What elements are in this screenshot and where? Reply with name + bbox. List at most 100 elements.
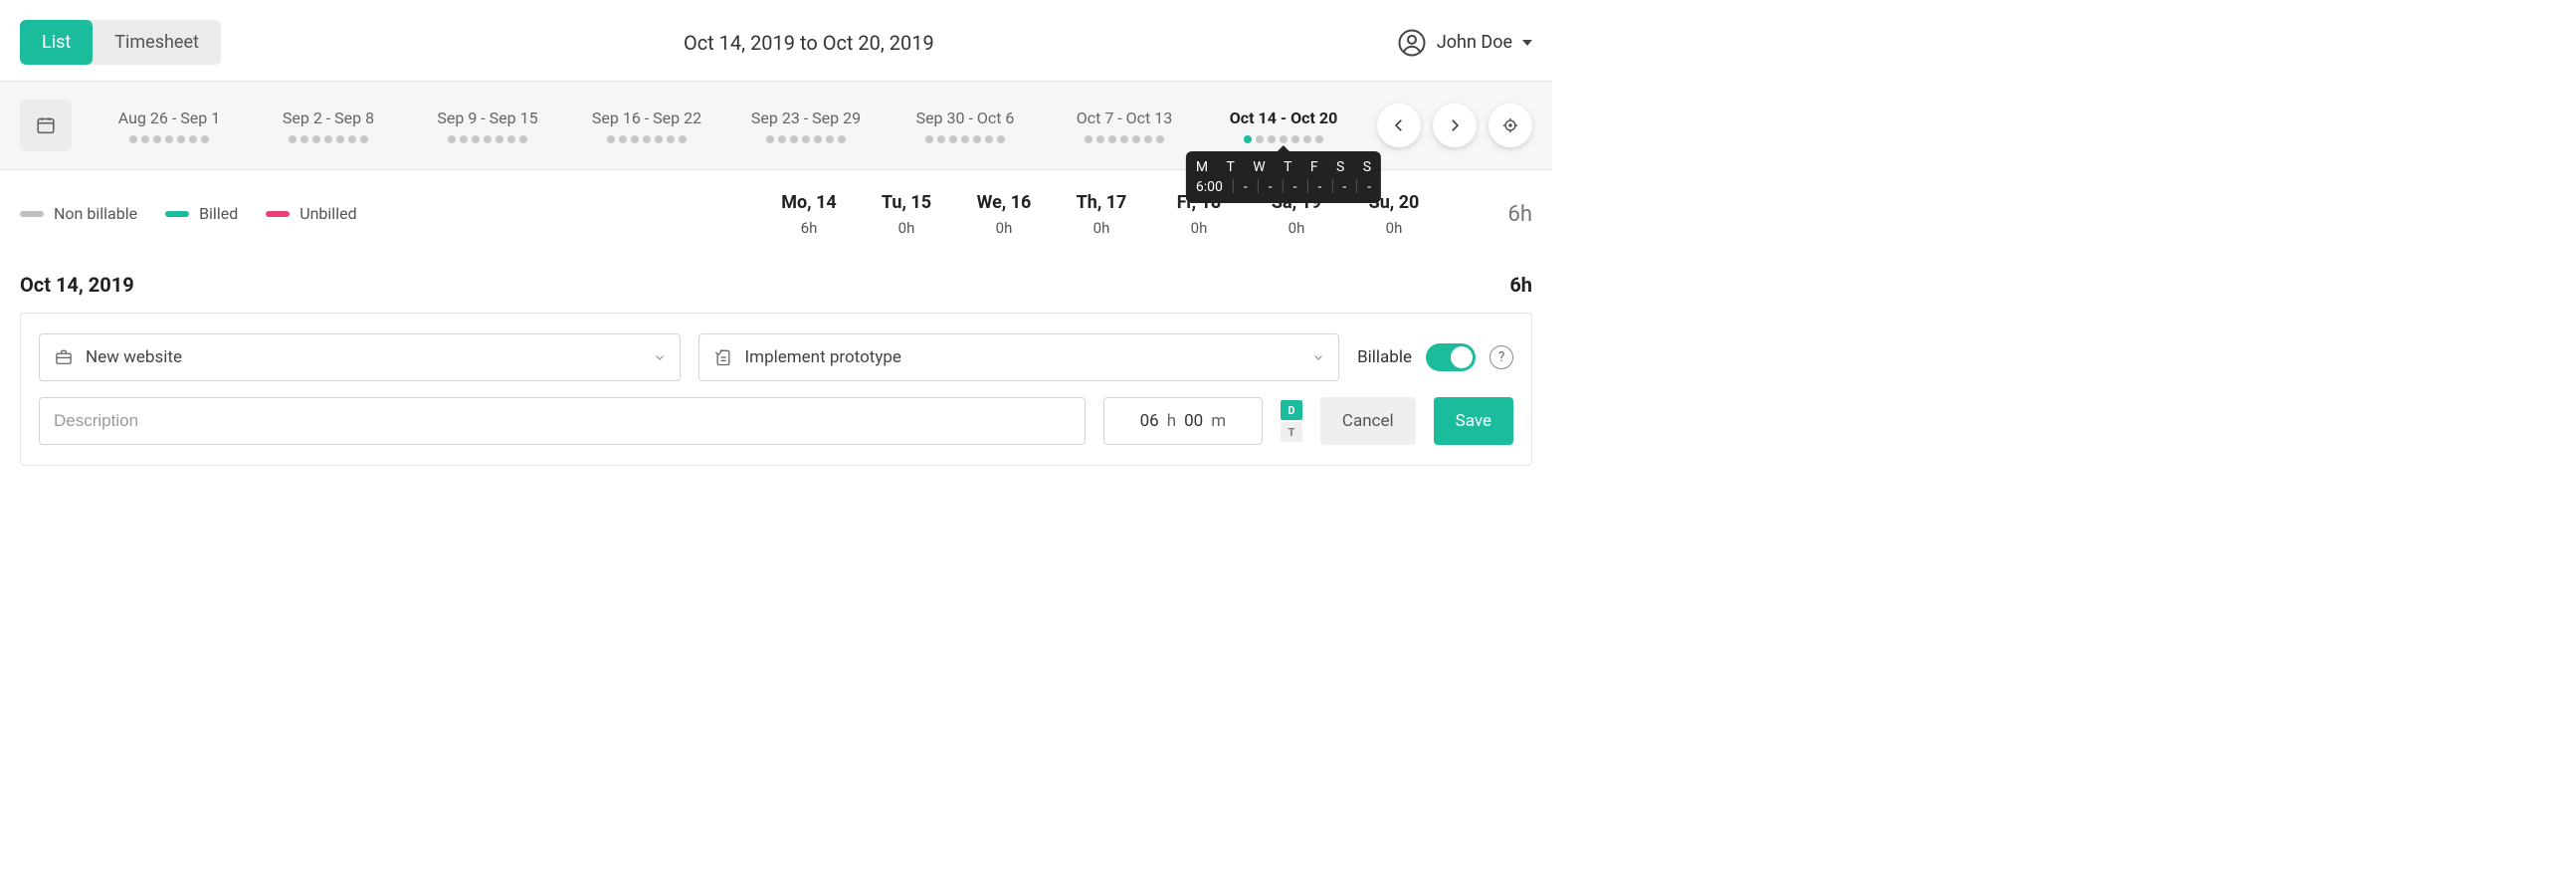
tooltip-day-label: T [1284,159,1291,175]
day-dot [165,135,173,143]
tooltip-day-value: - [1367,179,1371,195]
day-dot [1244,135,1252,143]
next-week-button[interactable] [1433,104,1477,147]
view-timesheet-button[interactable]: Timesheet [93,20,221,65]
tooltip-day-value: - [1342,179,1346,195]
day-dot [1156,135,1164,143]
minutes-unit: m [1211,411,1226,431]
week-day-dots [408,135,567,143]
day-dot [973,135,981,143]
tooltip-day-value: - [1318,179,1322,195]
day-dot [778,135,786,143]
day-dot [643,135,651,143]
chevron-right-icon [1446,116,1464,134]
day-dot [324,135,332,143]
day-dot [802,135,810,143]
day-dot [790,135,798,143]
day-dot [348,135,356,143]
target-icon [1501,116,1519,134]
duration-time-toggle: D T [1281,400,1302,442]
legend-billed-label: Billed [199,204,238,223]
day-dot [336,135,344,143]
checklist-icon [713,347,733,367]
day-dot [619,135,627,143]
day-dot [495,135,503,143]
cancel-button[interactable]: Cancel [1320,397,1416,445]
day-dot [177,135,185,143]
save-button[interactable]: Save [1434,397,1513,445]
day-dot [925,135,933,143]
day-dot [460,135,468,143]
week-slot-4[interactable]: Sep 23 - Sep 29 [726,109,886,143]
week-slot-0[interactable]: Aug 26 - Sep 1 [90,109,249,143]
briefcase-icon [54,347,74,367]
user-name: John Doe [1437,32,1512,53]
day-dot [1132,135,1140,143]
day-dot [519,135,527,143]
day-dot [631,135,639,143]
day-column-0[interactable]: Mo, 146h [760,192,858,237]
day-dot [300,135,308,143]
jump-to-today-button[interactable] [1488,104,1532,147]
week-slot-1[interactable]: Sep 2 - Sep 8 [249,109,408,143]
week-day-dots [726,135,886,143]
legend-unbilled-label: Unbilled [299,204,356,223]
time-mode-button[interactable]: T [1281,422,1302,442]
day-column-3[interactable]: Th, 170h [1053,192,1150,237]
project-select[interactable]: New website [39,333,681,381]
day-column-2[interactable]: We, 160h [955,192,1053,237]
day-dot [985,135,993,143]
day-dot [838,135,846,143]
swatch-non-billable [20,211,44,217]
chevron-down-icon [1312,351,1324,363]
duration-mode-button[interactable]: D [1281,400,1302,420]
week-slot-7[interactable]: Oct 14 - Oct 20MTWTFSS6:00------ [1204,109,1363,143]
week-label: Oct 14 - Oct 20 [1204,109,1363,127]
tooltip-day-label: S [1336,159,1344,175]
tooltip-day-value: - [1293,179,1297,195]
calendar-button[interactable] [20,100,72,151]
hours-unit: h [1167,411,1176,431]
prev-week-button[interactable] [1377,104,1421,147]
day-dot [1096,135,1104,143]
day-dot [949,135,957,143]
swatch-billed [165,211,189,217]
week-label: Oct 7 - Oct 13 [1045,109,1204,127]
project-select-value: New website [86,347,182,367]
day-dot [1120,135,1128,143]
day-dot [201,135,209,143]
day-label: We, 16 [955,192,1053,213]
week-label: Sep 30 - Oct 6 [886,109,1045,127]
duration-input[interactable]: 06 h 00 m [1103,397,1263,445]
week-slot-2[interactable]: Sep 9 - Sep 15 [408,109,567,143]
week-slot-6[interactable]: Oct 7 - Oct 13 [1045,109,1204,143]
user-menu[interactable]: John Doe [1397,28,1532,58]
day-dot [937,135,945,143]
swatch-unbilled [266,211,290,217]
day-dot [826,135,834,143]
day-hours: 0h [1053,219,1150,237]
billable-toggle[interactable] [1426,343,1476,371]
billable-help-button[interactable]: ? [1489,345,1513,369]
calendar-icon [35,114,57,136]
tooltip-day-label: W [1253,159,1265,175]
task-select-value: Implement prototype [745,347,901,367]
view-list-button[interactable]: List [20,20,93,65]
day-hours: 0h [1345,219,1443,237]
week-slot-3[interactable]: Sep 16 - Sep 22 [567,109,726,143]
week-label: Sep 23 - Sep 29 [726,109,886,127]
week-slot-5[interactable]: Sep 30 - Oct 6 [886,109,1045,143]
week-day-dots [1045,135,1204,143]
selected-date-heading: Oct 14, 2019 [20,273,134,297]
description-input[interactable] [39,397,1086,445]
day-dot [1315,135,1323,143]
day-dot [472,135,480,143]
duration-hours: 06 [1140,411,1159,431]
day-dot [1291,135,1299,143]
week-day-dots [90,135,249,143]
day-column-1[interactable]: Tu, 150h [858,192,955,237]
day-hours: 0h [1248,219,1345,237]
task-select[interactable]: Implement prototype [698,333,1340,381]
user-avatar-icon [1397,28,1427,58]
day-dot [679,135,687,143]
